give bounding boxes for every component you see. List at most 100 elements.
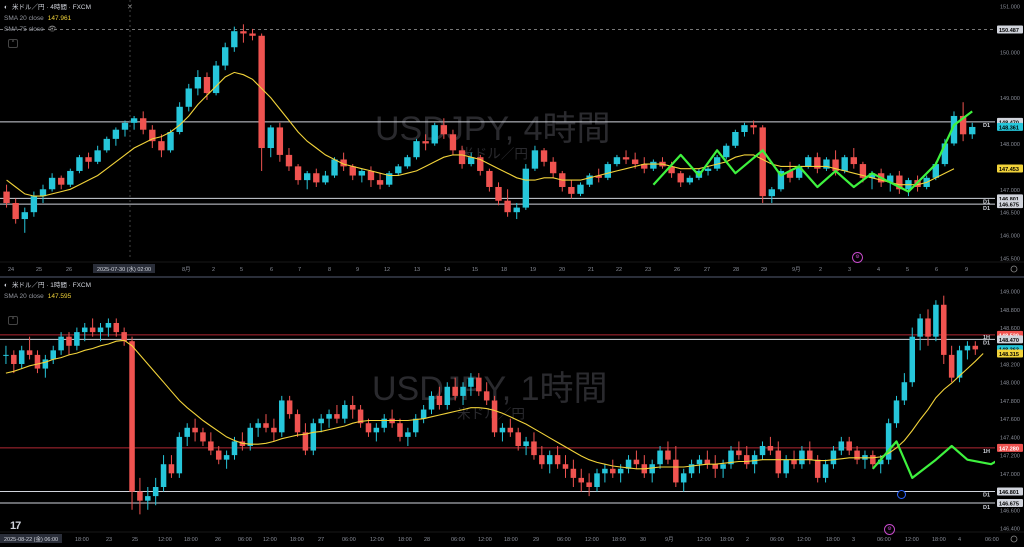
candle-body	[413, 141, 420, 158]
time-tick-label: 23	[645, 267, 651, 273]
candle-body	[81, 327, 88, 333]
time-tick-label: 12:00	[370, 537, 384, 543]
legend-row-sma75[interactable]: SMA 75 close 👁	[4, 24, 91, 35]
candle-body	[486, 170, 493, 187]
time-tick-label: 25	[132, 537, 138, 543]
candle-body	[12, 203, 19, 220]
legend-row-sma20-1h[interactable]: SMA 20 close 147.595	[4, 291, 91, 302]
candle-body	[420, 409, 427, 419]
time-tick-label: 12:00	[697, 537, 711, 543]
eye-icon[interactable]: 👁	[48, 24, 57, 35]
chart-canvas-4h[interactable]: USDJPY, 4時間米ドル／円151.000150.487150.000149…	[0, 0, 1024, 276]
candle-body	[759, 127, 766, 197]
candle-body	[495, 186, 502, 201]
candle-body	[121, 122, 129, 130]
candle-body	[665, 450, 671, 460]
time-tick-label: 06:00	[238, 537, 252, 543]
candle-body	[167, 132, 174, 151]
settings-icon[interactable]: ⚙	[884, 524, 895, 535]
candle-body	[231, 441, 238, 456]
legend-row-symbol-1h[interactable]: ◐ 米ドル／円 · 1時間 · FXCM	[4, 280, 91, 291]
time-tick-label: 5	[240, 267, 243, 273]
candle-body	[42, 359, 49, 369]
candle-body	[405, 432, 411, 437]
time-tick-label: 06:00	[985, 537, 999, 543]
time-tick-label: 27	[318, 537, 324, 543]
candle-body	[704, 168, 712, 171]
level-tag-d1_mid: D1	[983, 199, 990, 205]
candle-body	[267, 127, 274, 149]
collapse-legend-icon[interactable]: ^	[8, 316, 18, 325]
time-tick-label: 28	[733, 267, 739, 273]
time-tick-label: 18:00	[612, 537, 626, 543]
time-tick-label: 7	[298, 267, 301, 273]
candle-body	[397, 423, 403, 437]
legend-row-sma20[interactable]: SMA 20 close 147.961	[4, 13, 91, 24]
collapse-legend-icon[interactable]: ^	[8, 39, 18, 48]
time-tick-label: 30	[640, 537, 646, 543]
candle-body	[428, 395, 435, 410]
candle-body	[326, 414, 332, 419]
chart-canvas-1h[interactable]: USDJPY, 1時間米ドル／円149.000148.800148.600148…	[0, 278, 1024, 547]
chart-panel-4h[interactable]: USDJPY, 4時間米ドル／円151.000150.487150.000149…	[0, 0, 1024, 276]
legend-row-symbol[interactable]: ◐ 米ドル／円 · 4時間 · FXCM	[4, 2, 91, 13]
time-tick-label: 26	[66, 267, 72, 273]
time-tick-label: 29	[761, 267, 767, 273]
candle-body	[807, 450, 813, 460]
chart-panel-1h[interactable]: USDJPY, 1時間 米ドル／円 149.000 148.800 148.600 148…	[0, 278, 1024, 547]
candle-body	[523, 441, 529, 446]
candle-body	[365, 423, 372, 433]
candle-body	[449, 134, 457, 151]
candle-body	[604, 164, 612, 178]
candle-body	[741, 125, 748, 132]
candle-body	[50, 350, 56, 360]
settings-icon[interactable]: ⚙	[852, 252, 863, 263]
sma20-label-1h: SMA 20 close	[4, 293, 44, 300]
candle-body	[631, 159, 639, 165]
price-tick-label: 149.000	[1000, 290, 1020, 296]
candle-body	[743, 455, 750, 465]
close-icon[interactable]: ✕	[127, 3, 133, 11]
candle-body	[814, 459, 821, 478]
candle-body	[160, 464, 167, 487]
time-tick-label: 18:00	[398, 537, 412, 543]
candle-body	[972, 345, 979, 350]
candle-body	[185, 88, 192, 107]
candle-body	[436, 395, 443, 405]
candle-body	[507, 427, 514, 433]
price-tag-text-current: 148.361	[999, 125, 1019, 131]
candle-body	[468, 377, 474, 387]
candle-body	[105, 323, 112, 328]
time-tick-label: 6	[935, 267, 938, 273]
price-tick-label: 147.400	[1000, 435, 1020, 441]
candle-body	[395, 166, 402, 174]
candle-body	[540, 150, 548, 162]
candle-body	[94, 150, 101, 162]
time-tick-label: 15	[472, 267, 478, 273]
candle-body	[318, 418, 324, 424]
candle-body	[18, 350, 25, 364]
candle-body	[85, 157, 92, 162]
candle-body	[633, 459, 640, 465]
time-tick-label: 18:00	[290, 537, 304, 543]
candle-body	[546, 455, 553, 465]
candle-body	[830, 450, 837, 465]
alert-marker-icon[interactable]	[897, 490, 906, 499]
candle-body	[103, 138, 110, 151]
legend-4h: ◐ 米ドル／円 · 4時間 · FXCM SMA 20 close 147.96…	[4, 2, 91, 35]
level-tag-d1_upper: D1	[983, 340, 990, 346]
candle-body	[846, 441, 852, 451]
candle-body	[799, 450, 805, 465]
candle-body	[677, 173, 684, 183]
price-tick-label: 146.400	[1000, 527, 1020, 533]
candle-body	[303, 173, 311, 181]
candle-body	[192, 427, 198, 433]
time-tick-label: 18:00	[826, 537, 840, 543]
candle-body	[240, 31, 247, 34]
candle-body	[310, 423, 317, 451]
candle-body	[76, 157, 83, 171]
candle-body	[686, 177, 694, 183]
candle-body	[322, 175, 329, 183]
candle-body	[554, 455, 561, 465]
legend-1h: ◐ 米ドル／円 · 1時間 · FXCM SMA 20 close 147.59…	[4, 280, 91, 302]
